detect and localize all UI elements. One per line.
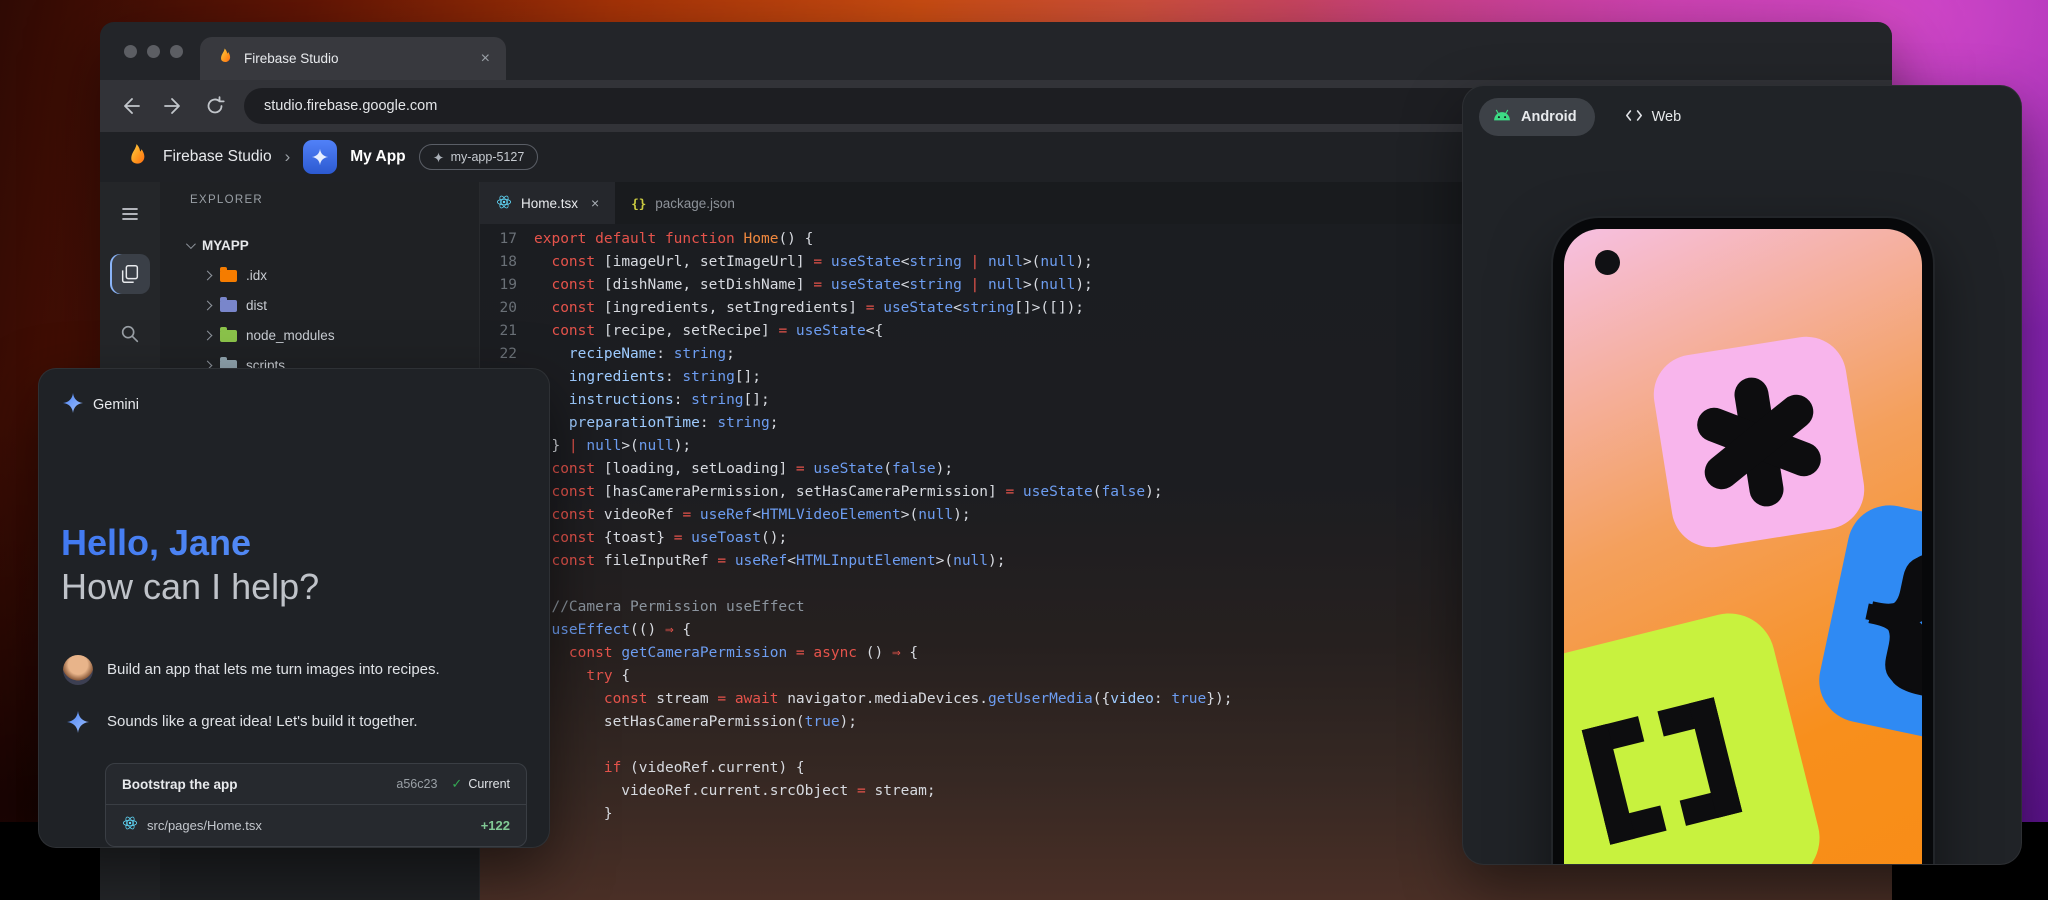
gemini-sparkle-icon [63, 393, 83, 417]
greeting-line1: Hello, Jane [61, 521, 525, 565]
spark-icon [433, 152, 444, 163]
camera-punch-hole-icon [1595, 250, 1620, 275]
bracket-shapes [1582, 697, 1743, 844]
browser-tab-title: Firebase Studio [244, 51, 339, 66]
tree-root-myapp[interactable]: MYAPP [160, 230, 479, 260]
project-name[interactable]: My App [350, 148, 405, 166]
phone-screen: { [1564, 229, 1922, 865]
lime-tile [1564, 604, 1829, 865]
gemini-header: Gemini [39, 369, 549, 417]
chat-message-text: Sounds like a great idea! Let's build it… [107, 707, 418, 737]
breadcrumb-separator: › [285, 147, 291, 167]
tree-item-node-modules[interactable]: node_modules [160, 320, 479, 350]
task-title: Bootstrap the app [122, 777, 396, 792]
preview-tabs: Android Web [1463, 86, 2021, 136]
firebase-flame-icon [216, 47, 234, 70]
folder-icon [220, 330, 237, 342]
browser-tab[interactable]: Firebase Studio × [200, 37, 506, 80]
gemini-greeting: Hello, Jane How can I help? [61, 521, 525, 609]
phone-mockup: { [1553, 218, 1933, 865]
tab-close-icon[interactable]: × [591, 195, 599, 211]
json-braces-icon: {} [631, 196, 646, 211]
chevron-down-icon [186, 239, 196, 249]
commit-hash: a56c23 [396, 777, 437, 791]
tab-web[interactable]: Web [1625, 109, 1682, 126]
check-icon: ✓ [451, 776, 462, 792]
folder-icon [220, 300, 237, 312]
brand-title[interactable]: Firebase Studio [163, 148, 272, 166]
react-icon [122, 815, 138, 836]
chevron-right-icon [203, 300, 213, 310]
gemini-title: Gemini [93, 397, 139, 413]
chevron-right-icon [203, 330, 213, 340]
task-card[interactable]: Bootstrap the app a56c23 ✓ Current src/p… [105, 763, 527, 847]
app-prototype-icon [303, 140, 337, 174]
greeting-line2: How can I help? [61, 565, 525, 609]
back-button[interactable] [118, 93, 144, 119]
gemini-panel: Gemini Hello, Jane How can I help? Build… [38, 368, 550, 848]
search-button[interactable] [110, 314, 150, 354]
tab-android[interactable]: Android [1479, 98, 1595, 136]
user-avatar [63, 655, 93, 685]
blue-tile: { [1811, 498, 1922, 757]
tree-item-dist[interactable]: dist [160, 290, 479, 320]
status-badge: Current [468, 777, 510, 791]
reload-button[interactable] [202, 93, 228, 119]
chat-message-gemini: Sounds like a great idea! Let's build it… [63, 707, 525, 737]
editor-tab-package-json[interactable]: {} package.json [615, 182, 751, 224]
chevron-right-icon [203, 270, 213, 280]
explorer-title: EXPLORER [190, 194, 479, 206]
diff-added-count: +122 [481, 818, 510, 833]
file-path: src/pages/Home.tsx [147, 818, 481, 833]
curly-brace-shape: { [1834, 528, 1922, 700]
gemini-sparkle-icon [63, 707, 93, 737]
code-brackets-icon [1625, 109, 1643, 126]
chat-message-text: Build an app that lets me turn images in… [107, 655, 440, 685]
task-card-header: Bootstrap the app a56c23 ✓ Current [106, 764, 526, 804]
tab-close-icon[interactable]: × [481, 50, 490, 68]
forward-button[interactable] [160, 93, 186, 119]
project-id-badge[interactable]: my-app-5127 [419, 144, 539, 170]
folder-icon [220, 270, 237, 282]
android-icon [1492, 108, 1512, 126]
browser-tab-strip: Firebase Studio × [100, 22, 1892, 80]
file-tree: MYAPP .idx dist node_modules [160, 230, 479, 380]
tree-item-idx[interactable]: .idx [160, 260, 479, 290]
window-control-dot[interactable] [170, 45, 183, 58]
url-text: studio.firebase.google.com [264, 98, 437, 114]
pink-tile [1648, 331, 1870, 553]
firebase-flame-icon [124, 142, 150, 173]
project-id: my-app-5127 [451, 150, 525, 164]
explorer-files-button[interactable] [110, 254, 150, 294]
window-control-dot[interactable] [147, 45, 160, 58]
asterisk-shape [1685, 368, 1834, 517]
menu-button[interactable] [110, 194, 150, 234]
react-icon [496, 194, 512, 213]
device-preview-panel: Android Web { [1462, 85, 2022, 865]
editor-tab-home-tsx[interactable]: Home.tsx × [480, 182, 615, 224]
task-card-file-row[interactable]: src/pages/Home.tsx +122 [106, 804, 526, 846]
window-control-dot[interactable] [124, 45, 137, 58]
chat-message-user: Build an app that lets me turn images in… [63, 655, 525, 685]
window-controls[interactable] [124, 45, 183, 58]
